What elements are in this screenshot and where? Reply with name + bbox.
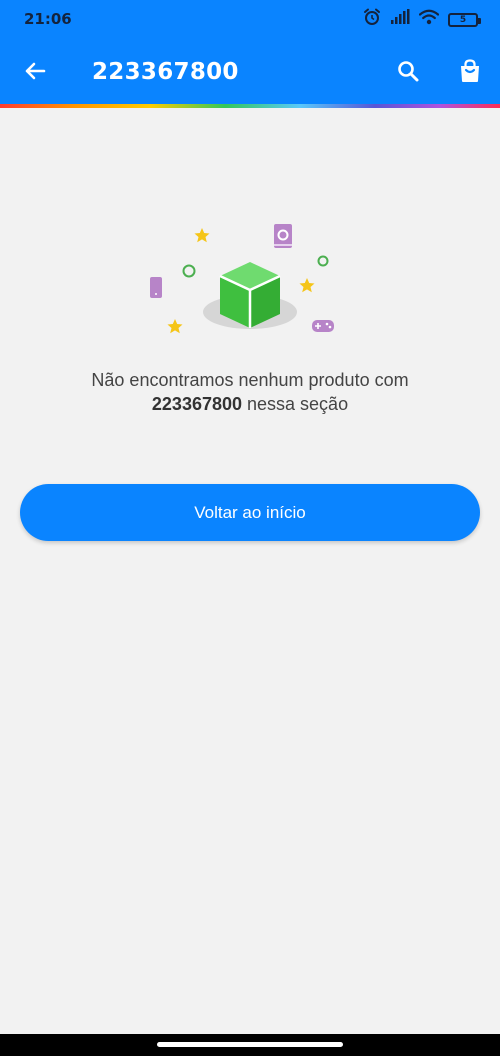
signal-icon [390,9,410,30]
circle-decoration [317,255,329,267]
shopping-bag-icon [457,58,483,89]
search-icon [396,59,420,88]
page-title: 223367800 [92,59,239,85]
search-button[interactable] [394,59,422,87]
shopping-bag-button[interactable] [456,58,484,89]
app-bar: 223367800 [0,40,500,104]
wifi-icon [418,9,440,30]
back-to-home-button[interactable]: Voltar ao início [20,484,480,541]
home-indicator[interactable] [157,1042,343,1047]
star-icon [299,278,315,293]
star-icon [167,319,183,334]
status-bar: 21:06 5 [0,0,500,40]
star-icon [194,228,210,243]
screen: 21:06 5 223367800 Não encontramos nenhum… [0,0,500,1056]
empty-state-illustration [140,218,340,344]
circle-decoration [182,264,196,278]
empty-state-message: Não encontramos nenhum produto com 22336… [30,368,470,416]
status-icons: 5 [363,8,481,31]
battery-level: 5 [459,14,467,25]
search-query-text: 223367800 [151,394,243,414]
back-button[interactable] [20,58,50,88]
empty-box-icon [219,262,281,328]
status-time: 21:06 [24,10,72,28]
system-navigation-bar [0,1034,500,1056]
alarm-icon [363,8,381,31]
empty-message-query-line: 223367800 nessa seção [30,392,470,416]
header-accent-stripe [0,104,500,108]
back-arrow-icon [23,59,47,88]
empty-message-suffix: nessa seção [242,394,349,414]
empty-message-line: Não encontramos nenhum produto com [91,370,409,390]
battery-icon: 5 [448,12,481,27]
